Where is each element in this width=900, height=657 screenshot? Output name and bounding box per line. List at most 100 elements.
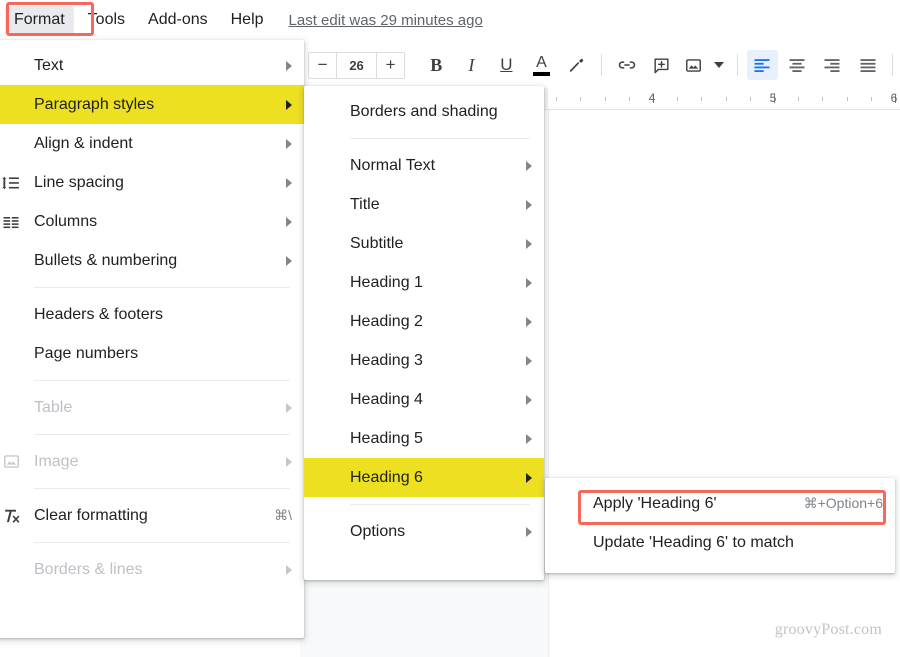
menu-bar-item-tools[interactable]: Tools: [79, 6, 134, 34]
italic-icon: I: [468, 54, 475, 75]
ruler-tick-minor: [726, 97, 727, 101]
add-comment-button[interactable]: [646, 50, 677, 80]
paragraph-styles-item-heading-4[interactable]: Heading 4: [304, 380, 544, 419]
heading6-item-update-heading-6-to-match[interactable]: Update 'Heading 6' to match: [545, 523, 895, 562]
insert-image-button[interactable]: [681, 50, 706, 80]
underline-icon: U: [500, 55, 513, 74]
line-spacing-icon: [0, 173, 34, 193]
paragraph-styles-item-heading-3[interactable]: Heading 3: [304, 341, 544, 380]
submenu-arrow-icon: [526, 277, 532, 288]
heading6-item-label: Update 'Heading 6' to match: [593, 533, 794, 551]
format-menu-item-table: Table: [0, 388, 304, 427]
ruler-tick-minor: [556, 97, 557, 101]
paragraph-styles-item-label: Heading 6: [350, 468, 423, 486]
line-spacing-icon: [2, 176, 19, 189]
font-size-stepper[interactable]: − 26 +: [308, 51, 406, 79]
menu-divider: [34, 542, 290, 543]
justify-button[interactable]: [852, 50, 883, 80]
align-right-button[interactable]: [817, 50, 848, 80]
underline-button[interactable]: U: [491, 50, 522, 80]
highlight-button[interactable]: [561, 50, 592, 80]
paragraph-styles-submenu: Borders and shading Normal Text Title Subti…: [304, 86, 544, 580]
format-menu-item-headers-footers[interactable]: Headers & footers: [0, 295, 304, 334]
paragraph-styles-item-heading-1[interactable]: Heading 1: [304, 263, 544, 302]
ruler-tick-minor: [871, 97, 872, 101]
format-menu-item-label: Clear formatting: [34, 506, 148, 524]
keyboard-shortcut: ⌘\: [274, 507, 292, 523]
format-menu-item-columns[interactable]: Columns: [0, 202, 304, 241]
ruler-tick-minor: [750, 97, 751, 101]
submenu-arrow-icon: [286, 255, 292, 266]
italic-button[interactable]: I: [456, 50, 487, 80]
keyboard-shortcut: ⌘+Option+6: [803, 495, 883, 511]
align-left-button[interactable]: [746, 50, 778, 80]
format-menu-item-label: Text: [34, 56, 64, 74]
clear-formatting-icon: [0, 506, 34, 526]
paragraph-styles-item-heading-5[interactable]: Heading 5: [304, 419, 544, 458]
ruler-tick-minor: [629, 97, 630, 101]
format-menu-item-align-indent[interactable]: Align & indent: [0, 124, 304, 163]
format-menu: Text Paragraph styles Align & indent Line s…: [0, 40, 304, 638]
heading6-submenu: Apply 'Heading 6' ⌘+Option+6 Update 'Headi…: [545, 478, 895, 573]
text-color-button[interactable]: A: [526, 50, 557, 80]
paragraph-styles-item-title[interactable]: Title: [304, 185, 544, 224]
bold-button[interactable]: B: [421, 50, 452, 80]
format-menu-item-clear-formatting[interactable]: Clear formatting ⌘\: [0, 496, 304, 535]
format-menu-item-label: Align & indent: [34, 134, 133, 152]
format-menu-item-image: Image: [0, 442, 304, 481]
format-menu-item-text[interactable]: Text: [0, 46, 304, 85]
font-size-value[interactable]: 26: [336, 52, 377, 78]
paragraph-styles-item-label: Borders and shading: [350, 102, 498, 120]
paragraph-styles-item-normal-text[interactable]: Normal Text: [304, 146, 544, 185]
decrease-font-size-icon[interactable]: −: [309, 52, 337, 78]
format-menu-item-label: Headers & footers: [34, 305, 163, 323]
highlight-icon: [569, 58, 584, 72]
add-comment-icon: [654, 57, 669, 73]
submenu-arrow-icon: [286, 456, 292, 467]
ruler-tick-minor: [677, 97, 678, 101]
paragraph-styles-item-heading-2[interactable]: Heading 2: [304, 302, 544, 341]
align-center-button[interactable]: [782, 50, 813, 80]
insert-link-button[interactable]: [611, 50, 642, 80]
submenu-arrow-icon: [526, 433, 532, 444]
paragraph-styles-item-options[interactable]: Options: [304, 512, 544, 551]
menu-divider: [34, 287, 290, 288]
paragraph-styles-item-label: Heading 2: [350, 312, 423, 330]
document-page[interactable]: [548, 110, 900, 657]
menu-bar-item-add-ons[interactable]: Add-ons: [139, 6, 217, 34]
menu-bar-item-help[interactable]: Help: [222, 6, 273, 34]
align-left-icon: [754, 59, 770, 72]
last-edit-link[interactable]: Last edit was 29 minutes ago: [289, 12, 483, 29]
ruler-tick-minor: [798, 97, 799, 101]
formatting-toolbar: − 26 + B I U A: [300, 44, 900, 86]
submenu-arrow-icon: [286, 99, 292, 110]
paragraph-styles-item-heading-6[interactable]: Heading 6: [304, 458, 544, 497]
insert-image-dropdown[interactable]: [710, 50, 727, 80]
menu-bar-item-format[interactable]: Format: [5, 6, 74, 34]
paragraph-styles-item-subtitle[interactable]: Subtitle: [304, 224, 544, 263]
ruler-number: 4: [648, 91, 656, 105]
format-menu-item-label: Line spacing: [34, 173, 124, 191]
format-menu-item-borders-lines: Borders & lines: [0, 550, 304, 589]
submenu-arrow-icon: [526, 355, 532, 366]
format-menu-item-label: Borders & lines: [34, 560, 143, 578]
chevron-down-icon: [714, 62, 725, 68]
format-menu-item-paragraph-styles[interactable]: Paragraph styles: [0, 85, 304, 124]
insert-image-icon: [686, 58, 702, 72]
justify-icon: [860, 59, 876, 72]
columns-icon: [3, 216, 19, 228]
paragraph-styles-item-label: Options: [350, 522, 406, 540]
ruler-number: 6: [890, 91, 898, 105]
format-menu-item-label: Page numbers: [34, 344, 139, 362]
submenu-arrow-icon: [286, 60, 292, 71]
submenu-arrow-icon: [526, 199, 532, 210]
format-menu-item-line-spacing[interactable]: Line spacing: [0, 163, 304, 202]
submenu-arrow-icon: [286, 402, 292, 413]
format-menu-item-bullets-numbering[interactable]: Bullets & numbering: [0, 241, 304, 280]
increase-font-size-icon[interactable]: +: [376, 52, 405, 78]
format-menu-item-page-numbers[interactable]: Page numbers: [0, 334, 304, 373]
paragraph-styles-item-borders-and-shading[interactable]: Borders and shading: [304, 92, 544, 131]
format-menu-item-label: Columns: [34, 212, 98, 230]
image-icon: [3, 455, 19, 468]
heading6-item-apply-heading-6[interactable]: Apply 'Heading 6' ⌘+Option+6: [545, 484, 895, 523]
